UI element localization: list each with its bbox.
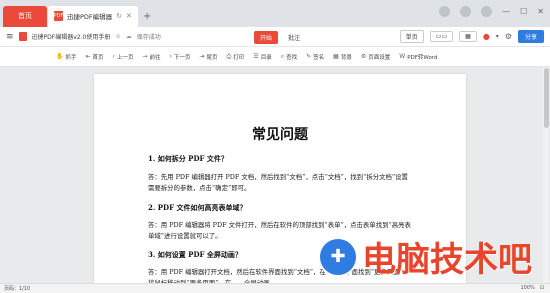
- last-page-icon: ⇥: [199, 53, 205, 60]
- tab-home-label: 首页: [18, 12, 32, 20]
- prev-page-icon: ‹: [112, 53, 115, 60]
- document-info: ≡ 迅捷PDF编辑器v2.0使用手册 ☆ ☁ 保存成功: [0, 32, 161, 42]
- minimize-icon[interactable]: —: [502, 7, 510, 16]
- tab-document[interactable]: PDF 迅捷PDF编辑器 ↻ ✕: [48, 5, 138, 27]
- close-window-icon[interactable]: ✕: [537, 7, 544, 16]
- next-page-icon: ›: [169, 53, 172, 60]
- tab-bar: 首页 PDF 迅捷PDF编辑器 ↻ ✕ + — ☐ ✕: [0, 0, 550, 27]
- grid-view-button[interactable]: ▦: [459, 31, 477, 42]
- tab-close-icon[interactable]: ✕: [126, 12, 132, 20]
- toolbar-first-page-label: 首页: [92, 54, 104, 61]
- window-controls: — ☐ ✕: [439, 6, 544, 17]
- toolbar: ✋ 抓手 ⇤ 首页 ‹ 上一页 → 前往 › 下一页 ⇥ 尾页 ⎙ 打印 ☰ 目录 ⌕ 查找 ✎ 签名 ▦ 背景 ⚙ 页面设置…: [0, 47, 550, 67]
- tab-home[interactable]: 首页: [3, 5, 47, 27]
- toolbar-find-button[interactable]: ⌕ 查找: [281, 53, 297, 61]
- single-page-button[interactable]: 单页: [399, 30, 424, 43]
- document-name: 迅捷PDF编辑器v2.0使用手册: [31, 34, 111, 41]
- tab-start[interactable]: 开始: [254, 31, 279, 44]
- menu-bar: ≡ 迅捷PDF编辑器v2.0使用手册 ☆ ☁ 保存成功 开始 批注 单页 ▭▭ …: [0, 27, 550, 47]
- toolbar-toc-button[interactable]: ☰ 目录: [253, 53, 271, 61]
- sign-icon: ✎: [306, 53, 312, 60]
- first-page-icon: ⇤: [85, 53, 91, 60]
- question-1: 1. 如何拆分 PDF 文件？: [148, 154, 228, 163]
- toolbar-pdf-to-word-label: PDF转Word: [407, 54, 438, 61]
- question-3: 3. 如何设置 PDF 全屏动画？: [148, 250, 242, 259]
- fit-page-icon[interactable]: ⊡: [540, 285, 544, 291]
- avatar[interactable]: [481, 6, 493, 17]
- toolbar-last-page-button[interactable]: ⇥ 尾页: [199, 53, 217, 61]
- toolbar-toc-label: 目录: [260, 54, 272, 61]
- settings-icon[interactable]: ⚙: [505, 32, 512, 41]
- toolbar-goto-label: 前往: [149, 54, 161, 61]
- star-icon[interactable]: ☆: [115, 33, 120, 40]
- question-2: 2. PDF 文件如何高亮表单域？: [148, 203, 247, 212]
- toolbar-find-label: 查找: [286, 54, 298, 61]
- pdf-to-word-icon: W: [399, 53, 406, 60]
- toc-icon: ☰: [253, 53, 259, 60]
- document-title: 常见问题: [252, 127, 308, 143]
- toolbar-page-setup-label: 页面设置: [368, 54, 391, 61]
- watermark: ✚ 电脑技术吧: [318, 232, 532, 281]
- maximize-icon[interactable]: ☐: [520, 7, 527, 16]
- status-bar: 页码：1/10 100% ⊡: [0, 283, 550, 293]
- toolbar-next-page-button[interactable]: › 下一页: [170, 53, 191, 61]
- toolbar-background-label: 背景: [340, 54, 352, 61]
- toolbar-last-page-label: 尾页: [206, 54, 218, 61]
- toolbar-background-button[interactable]: ▦ 背景: [333, 53, 352, 61]
- toolbar-sign-button[interactable]: ✎ 签名: [306, 53, 324, 61]
- scrollbar-thumb[interactable]: [544, 68, 549, 128]
- add-tab-icon[interactable]: +: [143, 11, 151, 22]
- view-controls: 单页 ▭▭ ▦ ● ▾ ⚙ 分享: [399, 30, 544, 43]
- toolbar-page-setup-button[interactable]: ⚙ 页面设置: [361, 53, 390, 61]
- toolbar-hand-label: 抓手: [65, 54, 77, 61]
- watermark-text: 电脑技术吧: [362, 240, 532, 280]
- answer-1: 答：先用 PDF 编辑器打开 PDF 文档，然后找到“文档”，点击“文档”，找到…: [148, 173, 408, 192]
- fit-width-button[interactable]: ▭▭: [429, 31, 454, 42]
- find-icon: ⌕: [280, 52, 285, 60]
- toolbar-next-page-label: 下一页: [173, 54, 191, 61]
- hamburger-menu-icon[interactable]: ≡: [6, 32, 14, 42]
- print-icon: ⎙: [226, 52, 232, 60]
- goto-icon: →: [142, 53, 148, 60]
- message-icon[interactable]: [460, 6, 472, 17]
- background-icon: ▦: [333, 53, 339, 60]
- page-setup-icon: ⚙: [360, 53, 367, 60]
- zoom-controls: 100% ⊡: [521, 285, 545, 291]
- tab-document-label: 迅捷PDF编辑器: [67, 13, 113, 21]
- toolbar-print-button[interactable]: ⎙ 打印: [226, 53, 244, 61]
- refresh-icon[interactable]: ↻: [116, 12, 122, 20]
- pdf-app-icon: [18, 32, 27, 41]
- hand-icon: ✋: [56, 53, 64, 60]
- toolbar-goto-button[interactable]: → 前往: [142, 53, 160, 61]
- toolbar-first-page-button[interactable]: ⇤ 首页: [86, 53, 104, 61]
- record-icon[interactable]: ●: [483, 32, 490, 41]
- save-status: 保存成功: [136, 34, 161, 41]
- tab-annotate[interactable]: 批注: [284, 31, 304, 44]
- pdf-file-icon: PDF: [53, 11, 64, 21]
- toolbar-hand-button[interactable]: ✋ 抓手: [56, 53, 77, 61]
- share-button[interactable]: 分享: [517, 30, 544, 43]
- toolbar-pdf-to-word-button[interactable]: W PDF转Word: [399, 53, 437, 61]
- toolbar-sign-label: 签名: [313, 54, 325, 61]
- skin-icon[interactable]: [439, 6, 451, 17]
- page-indicator: 页码：1/10: [4, 286, 31, 292]
- toolbar-print-label: 打印: [233, 54, 245, 61]
- dropdown-icon[interactable]: ▾: [496, 33, 499, 40]
- watermark-logo: ✚: [318, 236, 358, 277]
- zoom-level[interactable]: 100%: [521, 285, 535, 291]
- main-tabs: 开始 批注: [254, 31, 304, 44]
- toolbar-prev-page-button[interactable]: ‹ 上一页: [113, 53, 134, 61]
- toolbar-prev-page-label: 上一页: [116, 54, 134, 61]
- save-status-icon: ☁: [125, 33, 132, 40]
